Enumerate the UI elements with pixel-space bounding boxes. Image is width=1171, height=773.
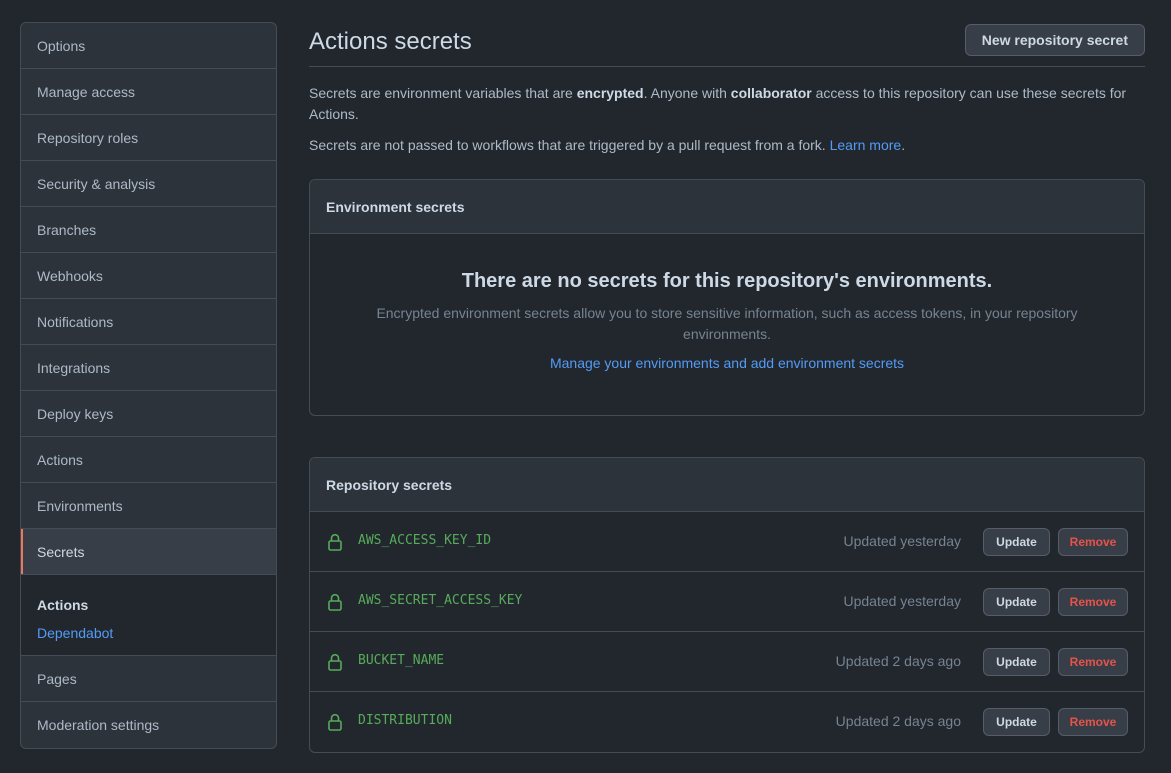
blankslate-title: There are no secrets for this repository… (461, 270, 993, 292)
lock-icon (328, 593, 342, 611)
secret-row: AWS_SECRET_ACCESS_KEY Updated yesterday … (310, 572, 1144, 632)
sidebar-item-repository-roles[interactable]: Repository roles (21, 115, 276, 161)
repository-secrets-box: Repository secrets AWS_ACCESS_KEY_ID Upd… (309, 457, 1145, 753)
sidebar-item-branches[interactable]: Branches (21, 207, 276, 253)
update-secret-button[interactable]: Update (983, 588, 1050, 616)
fork-note: Secrets are not passed to workflows that… (309, 137, 906, 153)
lock-icon (328, 653, 342, 671)
sidebar-item-security-analysis[interactable]: Security & analysis (21, 161, 276, 207)
subnav-link-dependabot[interactable]: Dependabot (37, 625, 260, 641)
page-header: Actions secrets New repository secret (309, 22, 1145, 67)
secret-updated: Updated yesterday (843, 593, 961, 609)
sidebar-item-environments[interactable]: Environments (21, 483, 276, 529)
secret-updated: Updated 2 days ago (835, 713, 961, 729)
page-title: Actions secrets (309, 28, 472, 55)
remove-secret-button[interactable]: Remove (1058, 528, 1128, 556)
secret-row: DISTRIBUTION Updated 2 days ago Update R… (310, 692, 1144, 752)
lock-icon (328, 533, 342, 551)
environment-secrets-blankslate: There are no secrets for this repository… (310, 234, 1144, 371)
repository-secrets-header: Repository secrets (310, 458, 1144, 512)
secret-name: AWS_ACCESS_KEY_ID (358, 533, 492, 548)
remove-secret-button[interactable]: Remove (1058, 588, 1128, 616)
environment-secrets-header: Environment secrets (310, 180, 1144, 234)
sidebar-item-webhooks[interactable]: Webhooks (21, 253, 276, 299)
secret-row: BUCKET_NAME Updated 2 days ago Update Re… (310, 632, 1144, 692)
sidebar-item-secrets[interactable]: Secrets (21, 529, 276, 575)
main-content: Actions secrets New repository secret Se… (309, 22, 1145, 753)
lock-icon (328, 713, 342, 731)
secrets-subnav: Actions Dependabot (21, 575, 276, 656)
sidebar-item-notifications[interactable]: Notifications (21, 299, 276, 345)
sidebar-item-deploy-keys[interactable]: Deploy keys (21, 391, 276, 437)
sidebar-item-integrations[interactable]: Integrations (21, 345, 276, 391)
secret-updated: Updated yesterday (843, 533, 961, 549)
environment-secrets-box: Environment secrets There are no secrets… (309, 179, 1145, 416)
subnav-heading-actions[interactable]: Actions (37, 597, 260, 613)
settings-sidebar: Options Manage access Repository roles S… (20, 22, 277, 749)
secret-row: AWS_ACCESS_KEY_ID Updated yesterday Upda… (310, 512, 1144, 572)
new-repository-secret-button[interactable]: New repository secret (964, 24, 1145, 56)
secret-name: AWS_SECRET_ACCESS_KEY (358, 593, 523, 608)
blankslate-text: Encrypted environment secrets allow you … (376, 305, 1078, 342)
remove-secret-button[interactable]: Remove (1058, 708, 1128, 736)
sidebar-item-moderation-settings[interactable]: Moderation settings (21, 702, 276, 748)
manage-environments-link[interactable]: Manage your environments and add environ… (550, 355, 904, 371)
update-secret-button[interactable]: Update (983, 708, 1050, 736)
secrets-description: Secrets are environment variables that a… (309, 85, 1127, 122)
update-secret-button[interactable]: Update (983, 648, 1050, 676)
sidebar-item-options[interactable]: Options (21, 23, 276, 69)
sidebar-item-pages[interactable]: Pages (21, 656, 276, 702)
secret-name: DISTRIBUTION (358, 713, 452, 728)
sidebar-item-actions[interactable]: Actions (21, 437, 276, 483)
learn-more-link[interactable]: Learn more (830, 137, 902, 153)
secret-name: BUCKET_NAME (358, 653, 445, 668)
update-secret-button[interactable]: Update (983, 528, 1050, 556)
sidebar-item-manage-access[interactable]: Manage access (21, 69, 276, 115)
remove-secret-button[interactable]: Remove (1058, 648, 1128, 676)
secret-updated: Updated 2 days ago (835, 653, 961, 669)
